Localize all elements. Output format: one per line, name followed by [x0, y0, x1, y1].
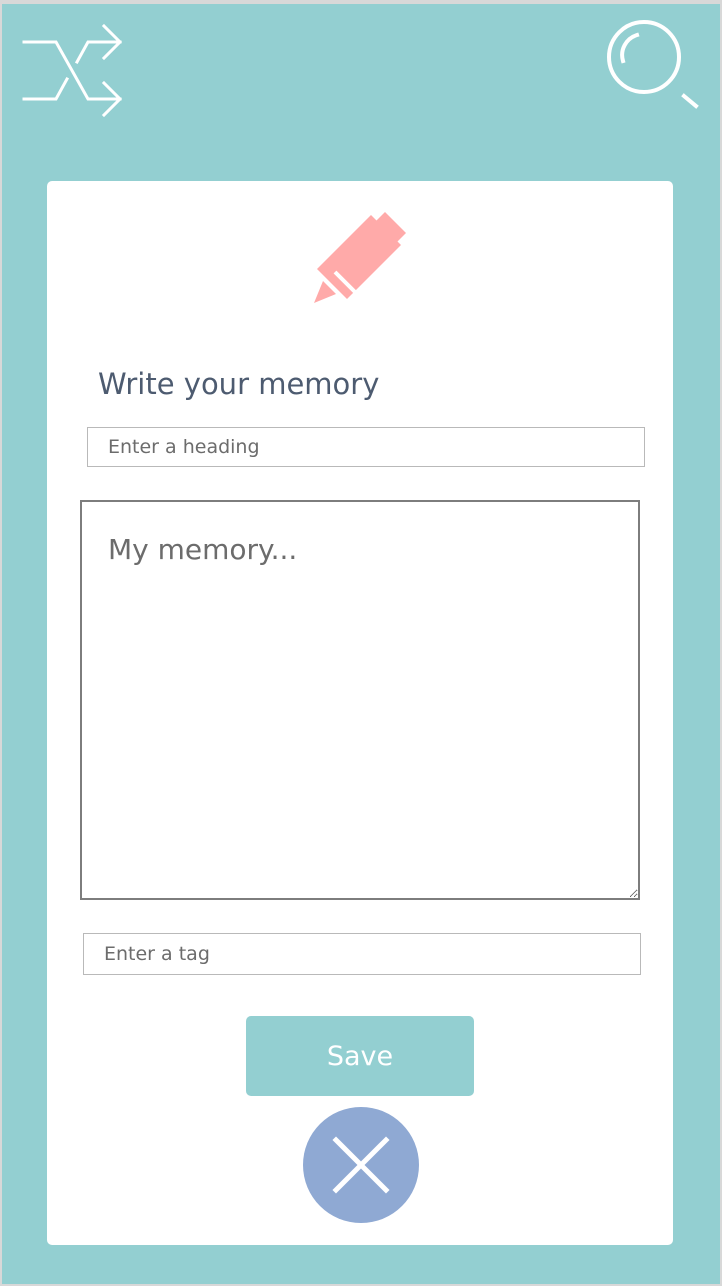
- save-button[interactable]: Save: [246, 1016, 474, 1096]
- shuffle-icon[interactable]: [22, 20, 124, 124]
- close-button[interactable]: [303, 1107, 419, 1223]
- search-icon[interactable]: [605, 18, 701, 110]
- memory-textarea[interactable]: [80, 500, 640, 900]
- heading-input[interactable]: [87, 427, 645, 467]
- close-icon: [332, 1136, 390, 1194]
- page-title: Write your memory: [98, 367, 380, 401]
- pencil-icon: [314, 212, 406, 303]
- memory-form-card: Write your memory Save: [47, 181, 673, 1245]
- tag-input[interactable]: [83, 933, 641, 975]
- app-screen: Write your memory Save: [2, 4, 720, 1284]
